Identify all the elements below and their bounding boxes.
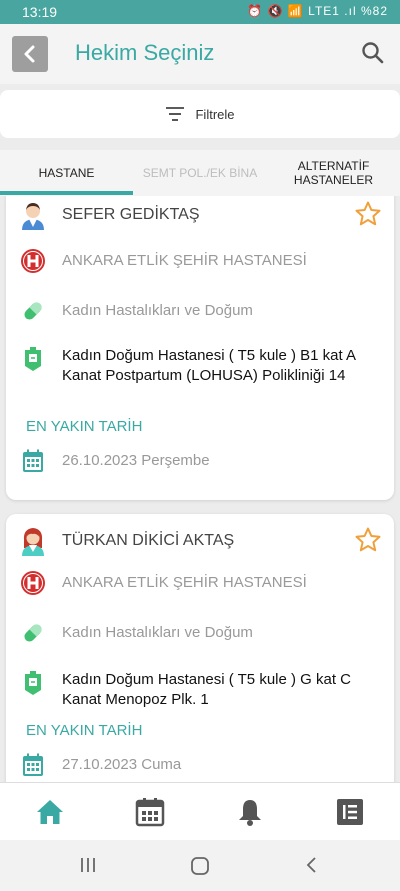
hospital-row: ANKARA ETLİK ŞEHİR HASTANESİ (20, 248, 307, 274)
tab-bar: HASTANE SEMT POL./EK BİNA ALTERNATİF HAS… (0, 150, 400, 196)
nearest-date: 27.10.2023 Cuma (62, 756, 182, 773)
star-favorite-icon[interactable] (354, 200, 382, 228)
chevron-left-icon (24, 45, 35, 63)
location-row: Kadın Doğum Hastanesi ( T5 kule ) G kat … (20, 670, 392, 710)
date-row: 26.10.2023 Perşembe (20, 448, 210, 474)
doctor-row: TÜRKAN DİKİCİ AKTAŞ (20, 528, 235, 556)
location-row: Kadın Doğum Hastanesi ( T5 kule ) B1 kat… (20, 346, 392, 386)
location-tag-icon (20, 346, 46, 372)
app-bar: Hekim Seçiniz (0, 24, 400, 84)
hospital-icon (20, 570, 46, 596)
filter-label: Filtrele (195, 106, 235, 122)
search-icon[interactable] (360, 40, 386, 66)
doctor-name: SEFER GEDİKTAŞ (62, 206, 200, 223)
pill-icon (20, 620, 46, 646)
nearest-date: 26.10.2023 Perşembe (62, 452, 210, 469)
hospital-name: ANKARA ETLİK ŞEHİR HASTANESİ (62, 574, 307, 591)
bell-icon[interactable] (235, 797, 265, 827)
bottom-navigation (0, 782, 400, 840)
recent-apps-icon[interactable] (78, 855, 98, 875)
department-name: Kadın Hastalıkları ve Doğum (62, 624, 253, 641)
list-icon[interactable] (335, 797, 365, 827)
status-icons: ⏰ 🔇 📶 LTE1 .ıl %82 (247, 4, 388, 18)
tab-semt-pol[interactable]: SEMT POL./EK BİNA (133, 150, 267, 196)
calendar-icon (20, 752, 46, 778)
tab-hastane[interactable]: HASTANE (0, 150, 133, 196)
doctor-card[interactable]: SEFER GEDİKTAŞ ANKARA ETLİK ŞEHİR HASTAN… (6, 196, 394, 500)
doctor-card[interactable]: TÜRKAN DİKİCİ AKTAŞ ANKARA ETLİK ŞEHİR H… (6, 514, 394, 782)
department-row: Kadın Hastalıkları ve Doğum (20, 298, 253, 324)
calendar-icon (20, 448, 46, 474)
filter-button[interactable]: Filtrele (0, 90, 400, 138)
doctor-name: TÜRKAN DİKİCİ AKTAŞ (62, 532, 235, 549)
department-name: Kadın Hastalıkları ve Doğum (62, 302, 253, 319)
nearest-date-label: EN YAKIN TARİH (26, 722, 143, 739)
location-text: Kadın Doğum Hastanesi ( T5 kule ) G kat … (62, 671, 352, 708)
calendar-icon[interactable] (135, 797, 165, 827)
hospital-icon (20, 248, 46, 274)
page-title: Hekim Seçiniz (75, 40, 215, 65)
back-button[interactable] (12, 36, 48, 72)
pill-icon (20, 298, 46, 324)
tab-alternatif-hastaneler[interactable]: ALTERNATİF HASTANELER (267, 150, 400, 196)
location-tag-icon (20, 670, 46, 696)
date-row: 27.10.2023 Cuma (20, 752, 181, 778)
location-text: Kadın Doğum Hastanesi ( T5 kule ) B1 kat… (62, 347, 356, 384)
home-button-icon[interactable] (189, 855, 211, 877)
tab-indicator (0, 191, 133, 195)
department-row: Kadın Hastalıkları ve Doğum (20, 620, 253, 646)
system-navigation (0, 840, 400, 891)
status-time: 13:19 (22, 4, 58, 20)
filter-icon (166, 107, 185, 121)
male-doctor-icon (20, 202, 46, 230)
nearest-date-label: EN YAKIN TARİH (26, 418, 143, 435)
doctor-row: SEFER GEDİKTAŞ (20, 202, 200, 230)
home-icon[interactable] (35, 797, 65, 827)
doctor-list[interactable]: SEFER GEDİKTAŞ ANKARA ETLİK ŞEHİR HASTAN… (0, 196, 400, 782)
hospital-row: ANKARA ETLİK ŞEHİR HASTANESİ (20, 570, 307, 596)
female-doctor-icon (20, 528, 46, 556)
hospital-name: ANKARA ETLİK ŞEHİR HASTANESİ (62, 252, 307, 269)
back-nav-icon[interactable] (302, 855, 322, 875)
status-bar: 13:19 ⏰ 🔇 📶 LTE1 .ıl %82 (0, 0, 400, 24)
star-favorite-icon[interactable] (354, 526, 382, 554)
